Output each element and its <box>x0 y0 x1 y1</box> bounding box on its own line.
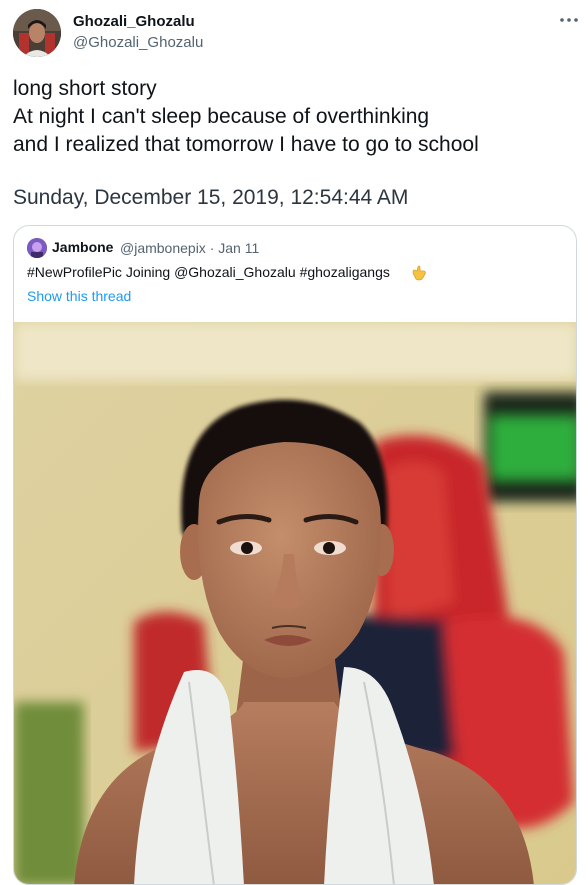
avatar-image <box>13 9 61 57</box>
author-handle[interactable]: @Ghozali_Ghozalu <box>73 34 203 51</box>
quoted-author-handle-date[interactable]: @jambonepix · Jan 11 <box>120 240 259 256</box>
quoted-avatar-image <box>27 238 47 258</box>
author-avatar[interactable] <box>13 9 61 57</box>
selfie-photo <box>14 322 576 884</box>
call-me-hand-icon <box>409 262 429 282</box>
quoted-tweet-text: #NewProfilePic Joining @Ghozali_Ghozalu … <box>27 264 390 280</box>
author-display-name[interactable]: Ghozali_Ghozalu <box>73 13 195 30</box>
show-thread-link[interactable]: Show this thread <box>27 288 131 304</box>
tweet-text-line: long short story <box>13 77 157 100</box>
quoted-author-name[interactable]: Jambone <box>52 239 113 255</box>
quoted-author-avatar[interactable] <box>27 238 47 258</box>
tweet-text-line: and I realized that tomorrow I have to g… <box>13 133 479 156</box>
tweet-header: Ghozali_Ghozalu @Ghozali_Ghozalu <box>0 0 588 70</box>
more-options-button[interactable] <box>556 10 582 30</box>
quoted-photo[interactable] <box>14 322 576 884</box>
quoted-tweet-card[interactable]: Jambone @jambonepix · Jan 11 #NewProfile… <box>13 225 577 885</box>
more-horizontal-icon <box>560 18 578 22</box>
tweet-text-line: At night I can't sleep because of overth… <box>13 105 430 128</box>
tweet-text: long short story At night I can't sleep … <box>13 75 573 159</box>
tweet-timestamp[interactable]: Sunday, December 15, 2019, 12:54:44 AM <box>13 186 408 210</box>
